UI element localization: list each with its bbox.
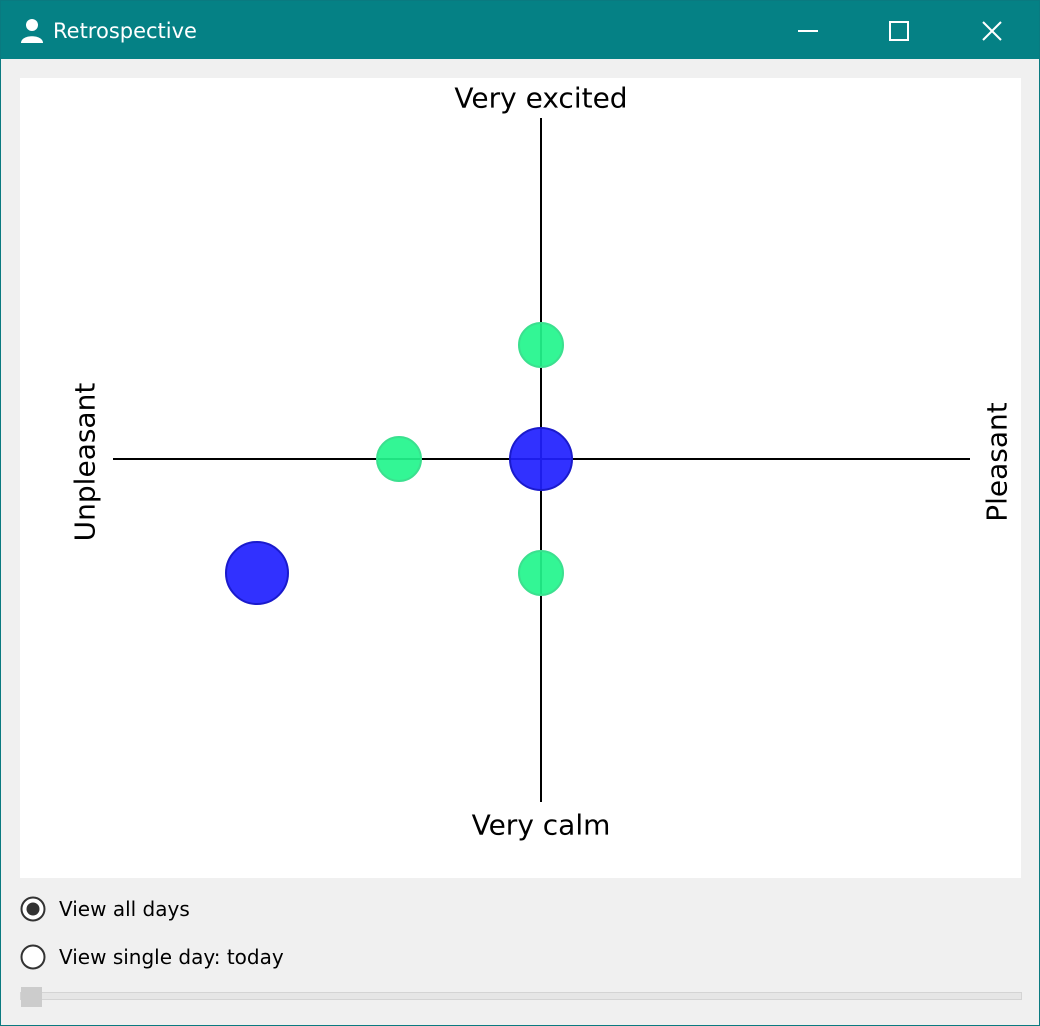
data-point-4: [509, 427, 573, 491]
window-title: Retrospective: [53, 19, 197, 43]
x-axis-right-label: Pleasant: [981, 402, 1014, 522]
maximize-button[interactable]: [854, 1, 946, 59]
data-point-1: [518, 322, 564, 368]
y-axis-top-label: Very excited: [454, 82, 627, 115]
close-icon: [982, 21, 1002, 41]
slider-thumb[interactable]: [21, 987, 42, 1007]
radio-unchecked-icon[interactable]: [20, 944, 46, 970]
slider-track[interactable]: [20, 992, 1022, 1000]
minimize-icon: [798, 30, 818, 32]
radio-checked-icon[interactable]: [20, 896, 46, 922]
data-point-5: [225, 541, 289, 605]
x-axis-left-label: Unpleasant: [69, 383, 102, 542]
data-points: [225, 322, 573, 605]
mood-chart[interactable]: Very excited Very calm Unpleasant Pleasa…: [20, 78, 1021, 878]
minimize-button[interactable]: [762, 1, 854, 59]
title-bar[interactable]: Retrospective: [1, 1, 1039, 59]
view-all-days-label: View all days: [59, 897, 190, 921]
close-button[interactable]: [946, 1, 1038, 59]
y-axis-bottom-label: Very calm: [472, 809, 611, 842]
person-icon: [21, 19, 43, 43]
maximize-icon: [889, 21, 909, 41]
data-point-3: [518, 550, 564, 596]
view-single-day-label: View single day: today: [59, 945, 284, 969]
mood-chart-svg: Very excited Very calm Unpleasant Pleasa…: [69, 82, 1014, 842]
data-point-2: [376, 436, 422, 482]
retrospective-window: Retrospective Very excited Very calm Unp…: [0, 0, 1040, 1026]
day-slider[interactable]: [20, 984, 1022, 1008]
